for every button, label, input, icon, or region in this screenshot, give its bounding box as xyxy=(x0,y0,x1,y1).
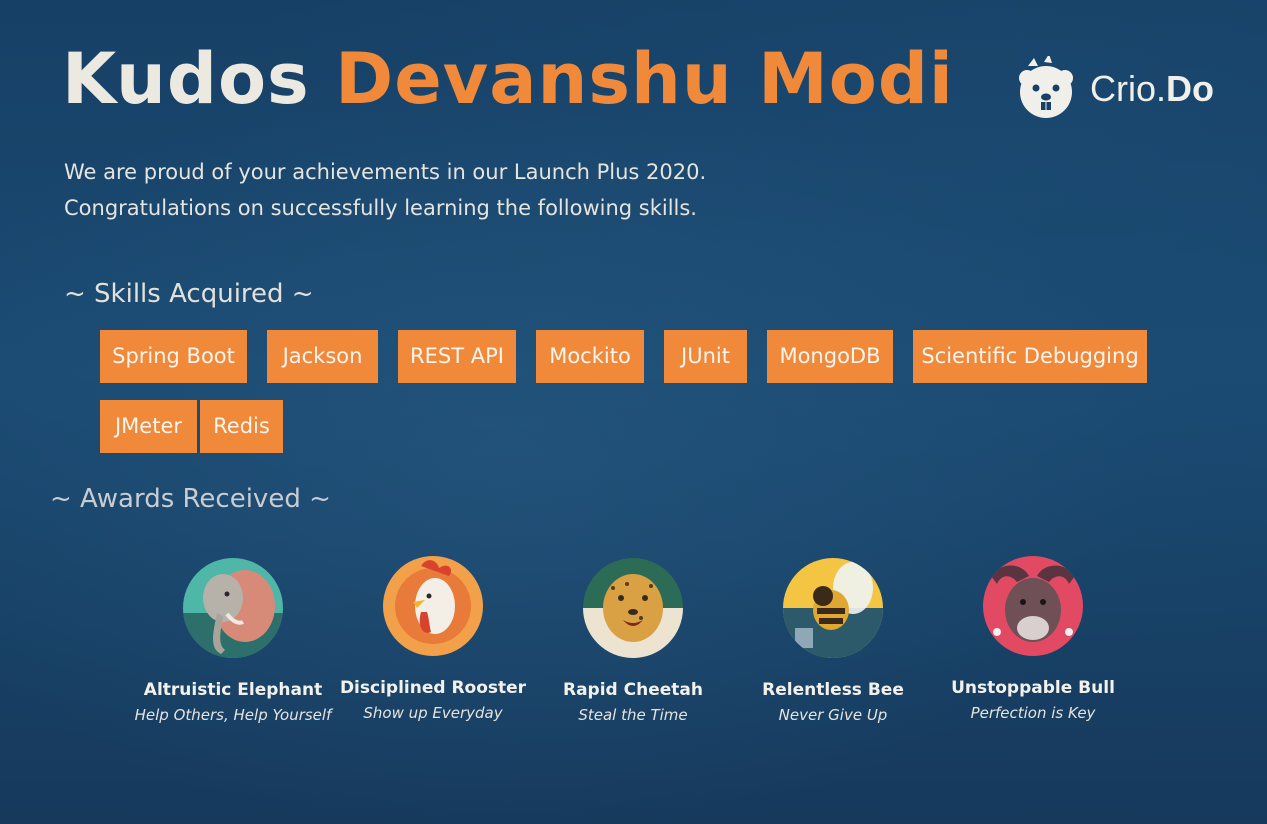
award-motto: Show up Everyday xyxy=(363,704,503,722)
rooster-icon xyxy=(383,556,483,656)
recipient-name: Devanshu Modi xyxy=(335,38,954,120)
bee-icon xyxy=(783,558,883,658)
skills-heading: ~ Skills Acquired ~ xyxy=(64,279,314,309)
award-motto: Help Others, Help Yourself xyxy=(134,706,332,724)
skill-chip: Spring Boot xyxy=(100,330,247,383)
beaver-mascot-icon xyxy=(1018,54,1074,122)
brand-logo: Crio.Do xyxy=(1018,54,1215,122)
awards-heading: ~ Awards Received ~ xyxy=(50,484,331,514)
award-name: Unstoppable Bull xyxy=(951,678,1115,698)
award-card: Unstoppable Bull Perfection is Key xyxy=(928,556,1138,722)
skill-chip: JMeter xyxy=(100,400,197,453)
award-card: Rapid Cheetah Steal the Time xyxy=(528,558,738,724)
page-title: Kudos Devanshu Modi xyxy=(62,44,954,114)
skill-chip: MongoDB xyxy=(767,330,893,383)
award-card: Relentless Bee Never Give Up xyxy=(728,558,938,724)
award-name: Rapid Cheetah xyxy=(563,680,703,700)
bull-icon xyxy=(983,556,1083,656)
award-name: Disciplined Rooster xyxy=(339,678,527,698)
award-name: Relentless Bee xyxy=(762,680,904,700)
skill-chip: Mockito xyxy=(536,330,644,383)
award-motto: Perfection is Key xyxy=(970,704,1096,722)
intro-line-2: Congratulations on successfully learning… xyxy=(64,196,697,220)
kudos-label: Kudos xyxy=(62,38,310,120)
intro-line-1: We are proud of your achievements in our… xyxy=(64,160,707,184)
brand-name: Crio.Do xyxy=(1090,68,1215,109)
cheetah-icon xyxy=(583,558,683,658)
award-card: Altruistic Elephant Help Others, Help Yo… xyxy=(128,558,338,724)
intro-text: We are proud of your achievements in our… xyxy=(64,154,706,226)
award-card: Disciplined Rooster Show up Everyday xyxy=(328,556,538,722)
skill-chip: Redis xyxy=(200,400,283,453)
skill-chip: JUnit xyxy=(664,330,747,383)
award-motto: Steal the Time xyxy=(578,706,688,724)
skill-chip: Jackson xyxy=(267,330,378,383)
elephant-icon xyxy=(183,558,283,658)
skill-chip: REST API xyxy=(398,330,516,383)
skill-chip: Scientific Debugging xyxy=(913,330,1147,383)
award-name: Altruistic Elephant xyxy=(143,680,323,700)
award-motto: Never Give Up xyxy=(778,706,888,724)
